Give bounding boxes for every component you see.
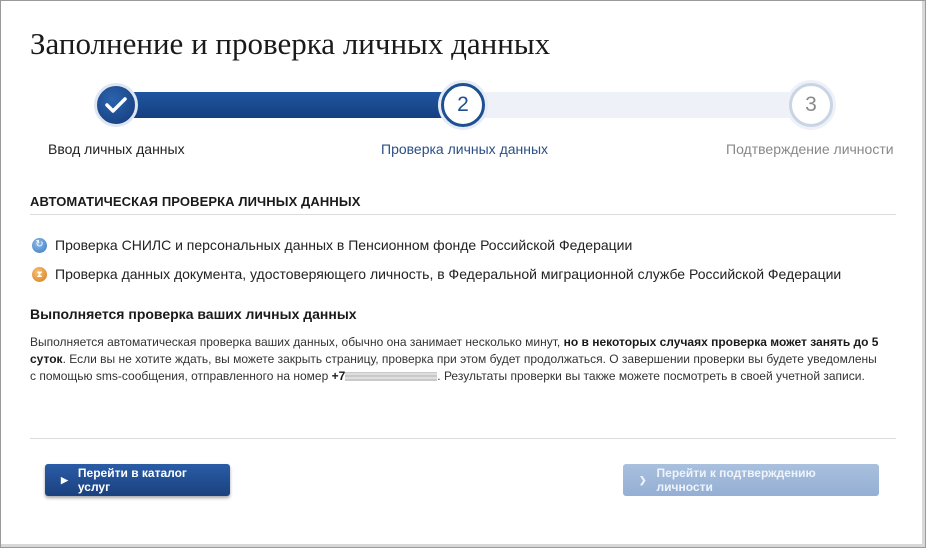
go-to-identity-confirmation-button[interactable]: ❯ Перейти к подтверждению личности — [623, 464, 879, 496]
refresh-icon: ↻ — [32, 237, 47, 253]
masked-phone-number — [345, 372, 438, 381]
step-3-upcoming: 3 — [789, 83, 833, 127]
play-arrow-icon: ▶ — [61, 474, 68, 485]
divider — [30, 438, 896, 439]
page-title: Заполнение и проверка личных данных — [30, 26, 551, 61]
go-to-catalog-button[interactable]: ▶ Перейти в каталог услуг — [45, 464, 230, 496]
button-label: Перейти в каталог услуг — [77, 466, 187, 494]
status-description: Выполняется автоматическая проверка ваши… — [30, 334, 880, 385]
hourglass-icon: ⧗ — [32, 266, 47, 282]
step-1-completed — [94, 83, 138, 127]
step-2-current: 2 — [441, 83, 485, 127]
phone-prefix: +7 — [331, 369, 346, 383]
step-1-label: Ввод личных данных — [48, 141, 185, 157]
progress-fill — [100, 92, 470, 118]
step-2-label: Проверка личных данных — [381, 141, 549, 157]
verification-heading: АВТОМАТИЧЕСКАЯ ПРОВЕРКА ЛИЧНЫХ ДАННЫХ — [30, 194, 361, 209]
chevron-right-icon: ❯ — [639, 474, 647, 485]
status-text: . Результаты проверки вы также можете по… — [437, 369, 865, 383]
status-heading: Выполняется проверка ваших личных данных — [30, 306, 357, 322]
check-item-document: ⧗ Проверка данных документа, удостоверяю… — [32, 266, 841, 282]
step-3-label: Подтверждение личности — [726, 141, 894, 157]
button-label: Перейти к подтверждению личности — [656, 466, 816, 494]
check-item-snils: ↻ Проверка СНИЛС и персональных данных в… — [32, 237, 632, 253]
check-item-text: Проверка данных документа, удостоверяюще… — [55, 266, 842, 282]
status-text: Выполняется автоматическая проверка ваши… — [30, 335, 564, 349]
check-item-text: Проверка СНИЛС и персональных данных в П… — [55, 237, 633, 253]
checkmark-icon — [105, 97, 127, 113]
divider — [30, 214, 896, 215]
